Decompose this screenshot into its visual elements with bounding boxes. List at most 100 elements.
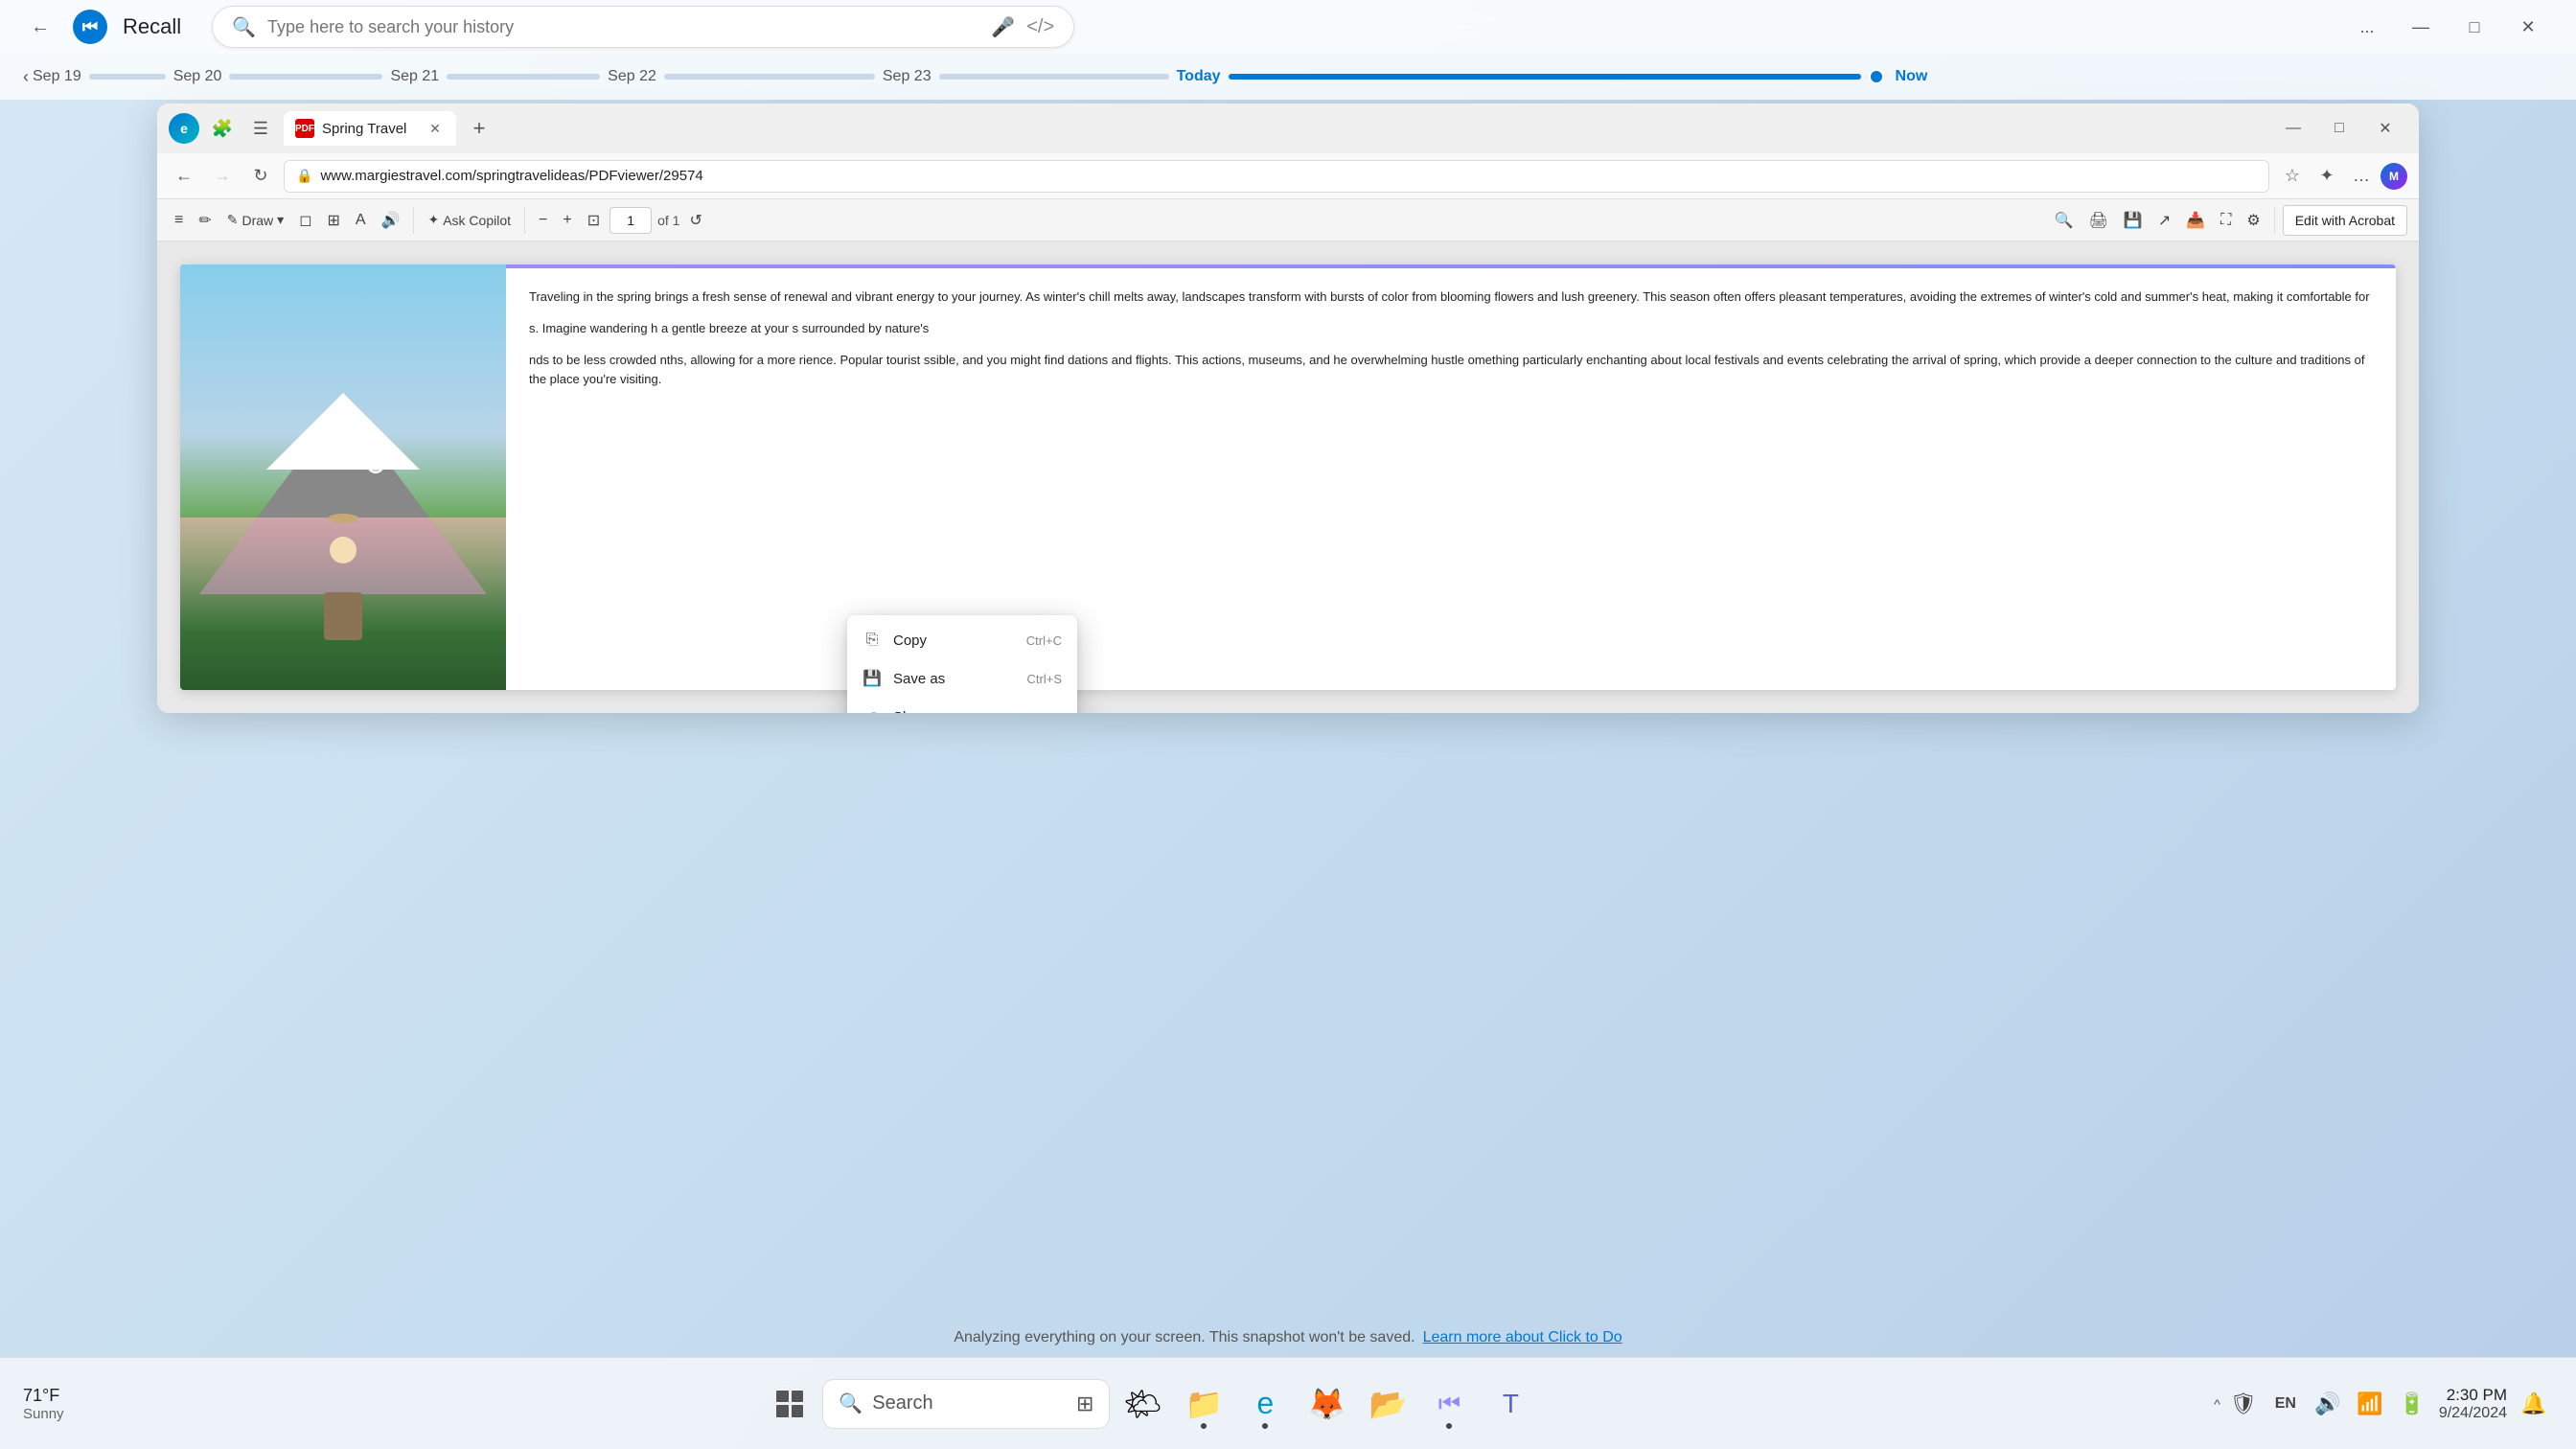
browser-forward-button[interactable]: → — [207, 161, 238, 192]
taskbar-search[interactable]: 🔍 Search ⊞ — [822, 1379, 1110, 1429]
edge-profile[interactable]: M — [2380, 163, 2407, 190]
browser-favorites-button[interactable]: ☆ — [2277, 161, 2308, 192]
more-options-button[interactable]: ... — [2342, 8, 2392, 46]
pdf-image-area[interactable] — [180, 264, 506, 690]
pdf-speech-button[interactable]: 🔊 — [376, 205, 406, 236]
edge-taskbar-icon: e — [1256, 1386, 1274, 1421]
new-tab-button[interactable]: + — [464, 113, 494, 144]
taskbar-right: ^ 🛡 EN 🔊 📶 🔋 2:30 PM 9/24/2024 🔔 — [2214, 1385, 2553, 1423]
browser-maximize-button[interactable]: □ — [2317, 113, 2361, 144]
recall-taskbar-icon: ⏮ — [1438, 1389, 1460, 1419]
pdf-page-of: of 1 — [657, 213, 679, 228]
maximize-button[interactable]: □ — [2450, 8, 2499, 46]
pdf-fullscreen-button[interactable]: ⛶ — [2215, 205, 2237, 236]
pdf-nav-toggle[interactable]: ≡ — [169, 205, 189, 236]
browser-extensions-button[interactable]: 🧩 — [207, 113, 238, 144]
pdf-fit-button[interactable]: ⊞ — [321, 205, 345, 236]
pdf-annotation-button[interactable]: ✏ — [193, 205, 217, 236]
mic-icon[interactable]: 🎤 — [991, 15, 1015, 39]
edge-taskbar-button[interactable]: e — [1236, 1375, 1294, 1433]
battery-icon[interactable]: 🔋 — [2393, 1385, 2431, 1423]
history-search-input[interactable] — [267, 17, 979, 37]
pdf-fit-page-button[interactable]: ⊡ — [582, 205, 606, 236]
ctx-copy[interactable]: ⎘ Copy Ctrl+C — [847, 621, 1077, 659]
tab-close-button[interactable]: ✕ — [426, 119, 445, 138]
timeline-today[interactable]: Today — [1177, 68, 1884, 85]
browser-reload-button[interactable]: ↻ — [245, 161, 276, 192]
timeline-sep20[interactable]: Sep 20 — [173, 68, 383, 85]
timeline-sep23[interactable]: Sep 23 — [883, 68, 1169, 85]
pdf-page-nav: 1 of 1 — [610, 207, 679, 234]
browser-close-button[interactable]: ✕ — [2363, 113, 2407, 144]
browser-more-button[interactable]: … — [2346, 161, 2377, 192]
extensions-icon: 🧩 — [212, 119, 233, 139]
person-hat — [328, 514, 358, 523]
minimize-button[interactable]: — — [2396, 8, 2446, 46]
pdf-draw-button[interactable]: ✎ Draw ▾ — [221, 205, 289, 236]
start-button[interactable] — [761, 1375, 818, 1433]
pdf-settings-button[interactable]: ⚙ — [2241, 205, 2266, 236]
timeline: ‹ Sep 19 Sep 20 Sep 21 Sep 22 Sep 23 Tod… — [0, 54, 2576, 100]
ctx-copy-label: Copy — [893, 632, 1015, 649]
timeline-back-arrow[interactable]: ‹ — [23, 67, 29, 87]
timeline-today-bar — [1229, 74, 1861, 80]
pdf-rotate-button[interactable]: ↺ — [683, 205, 707, 236]
clock-time: 2:30 PM — [2447, 1386, 2507, 1405]
window-controls: ... — □ ✕ — [2342, 8, 2553, 46]
ctx-share[interactable]: ↗ Share — [847, 698, 1077, 713]
browser-minimize-button[interactable]: — — [2271, 113, 2315, 144]
timeline-sep22-label: Sep 22 — [608, 68, 656, 85]
pdf-text-button[interactable]: A — [350, 205, 372, 236]
pdf-share-button[interactable]: ↗ — [2152, 205, 2176, 236]
pdf-insert-button[interactable]: 📥 — [2180, 205, 2211, 236]
recall-logo-icon: ⏮ — [82, 17, 98, 37]
pdf-zoom-out-button[interactable]: − — [533, 205, 553, 236]
context-menu: ⎘ Copy Ctrl+C 💾 Save as Ctrl+S ↗ Share ⬡… — [847, 615, 1077, 713]
files-button[interactable]: 📂 — [1359, 1375, 1416, 1433]
pdf-erase-button[interactable]: ◻ — [293, 205, 317, 236]
close-button[interactable]: ✕ — [2503, 8, 2553, 46]
teams-button[interactable]: T — [1482, 1375, 1539, 1433]
pdf-page-input[interactable]: 1 — [610, 207, 652, 234]
browser-tab-spring-travel[interactable]: PDF Spring Travel ✕ — [284, 111, 456, 146]
history-search-bar[interactable]: 🔍 🎤 </> — [212, 6, 1074, 48]
firefox-button[interactable]: 🦊 — [1298, 1375, 1355, 1433]
tray-expand-button[interactable]: ^ — [2214, 1396, 2220, 1412]
timeline-sep21[interactable]: Sep 21 — [390, 68, 600, 85]
copy-icon: ⎘ — [862, 631, 882, 650]
notifications-button[interactable]: 🔔 — [2515, 1385, 2553, 1423]
browser-navbar: ← → ↻ 🔒 www.margiestravel.com/springtrav… — [157, 153, 2419, 199]
cursor-indicator — [367, 456, 384, 473]
pdf-page: Traveling in the spring brings a fresh s… — [180, 264, 2396, 690]
pdf-print-button[interactable]: 🖨 — [2083, 205, 2114, 236]
browser-collections-button[interactable]: ✦ — [2312, 161, 2342, 192]
timeline-sep19[interactable]: Sep 19 — [33, 68, 166, 85]
weather-widget[interactable]: 71°F Sunny — [23, 1386, 64, 1422]
ctx-share-label: Share — [893, 709, 1062, 714]
volume-icon[interactable]: 🔊 — [2309, 1385, 2347, 1423]
system-tray: ^ 🛡 EN 🔊 📶 🔋 — [2214, 1385, 2431, 1423]
pdf-ask-copilot-button[interactable]: ✦ Ask Copilot — [422, 205, 517, 236]
edit-with-acrobat-button[interactable]: Edit with Acrobat — [2283, 205, 2407, 236]
file-explorer-button[interactable]: 📁 — [1175, 1375, 1232, 1433]
pdf-search-button[interactable]: 🔍 — [2049, 205, 2080, 236]
pdf-save-button[interactable]: 💾 — [2118, 205, 2149, 236]
browser-menu-button[interactable]: ☰ — [245, 113, 276, 144]
ctx-save-as[interactable]: 💾 Save as Ctrl+S — [847, 659, 1077, 698]
firefox-icon: 🦊 — [1307, 1386, 1346, 1422]
taskbar-clock[interactable]: 2:30 PM 9/24/2024 — [2439, 1386, 2507, 1422]
recall-taskbar-button[interactable]: ⏮ — [1420, 1375, 1478, 1433]
pdf-zoom-in-button[interactable]: + — [557, 205, 577, 236]
timeline-sep22[interactable]: Sep 22 — [608, 68, 875, 85]
ask-copilot-label: Ask Copilot — [443, 213, 511, 228]
security-tray-icon[interactable]: 🛡 — [2224, 1385, 2263, 1423]
network-icon[interactable]: 📶 — [2351, 1385, 2389, 1423]
windows-logo-icon: ⊞ — [1076, 1392, 1093, 1416]
browser-back-button[interactable]: ← — [169, 161, 199, 192]
info-bar-link[interactable]: Learn more about Click to Do — [1423, 1329, 1622, 1346]
keyboard-language-icon[interactable]: EN — [2266, 1385, 2305, 1423]
back-button[interactable]: ← — [23, 10, 58, 44]
code-icon[interactable]: </> — [1026, 16, 1054, 38]
url-bar[interactable]: 🔒 www.margiestravel.com/springtravelidea… — [284, 160, 2269, 193]
widgets-button[interactable]: 🌤 — [1114, 1375, 1171, 1433]
